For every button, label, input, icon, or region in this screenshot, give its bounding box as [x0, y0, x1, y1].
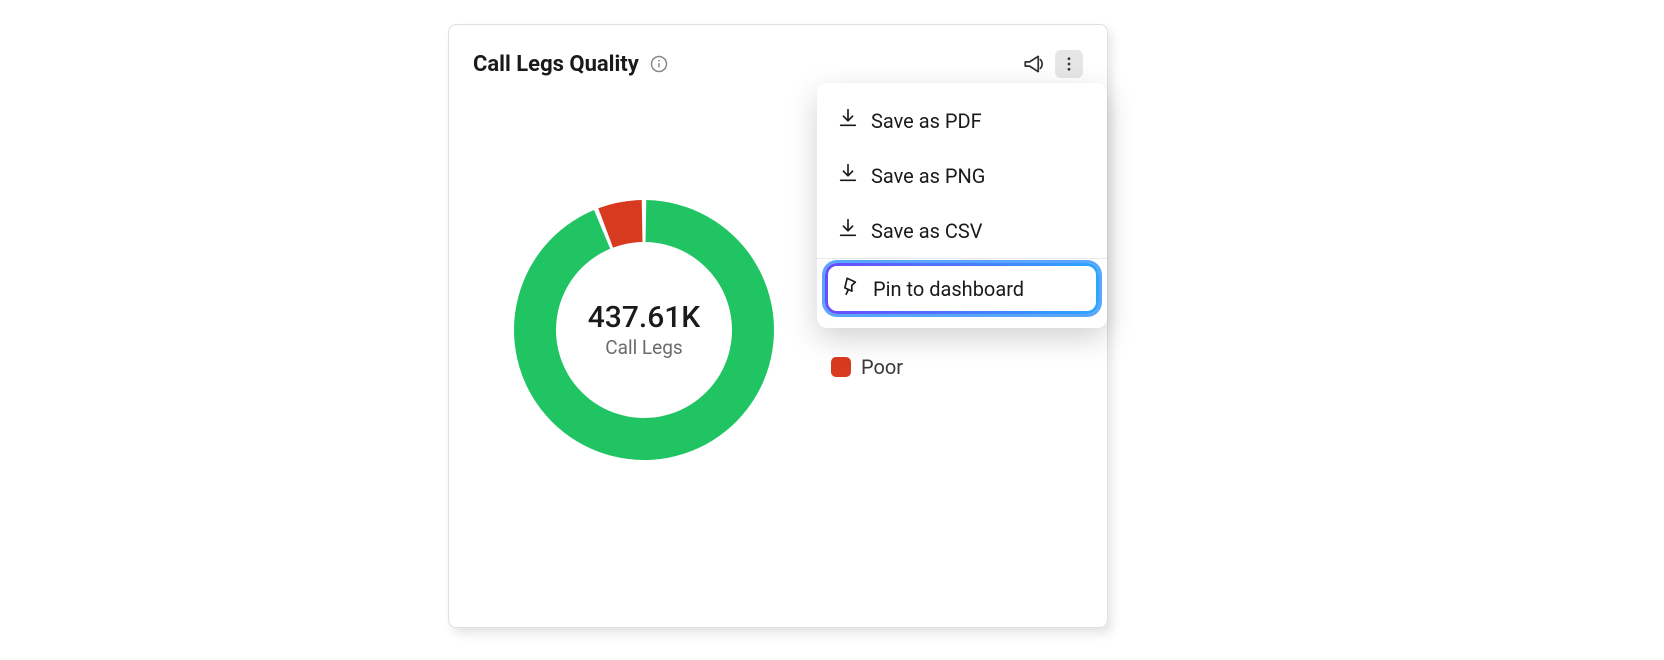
- dropdown-separator: [817, 258, 1107, 259]
- chart-legend: Poor: [831, 355, 903, 379]
- info-icon[interactable]: [649, 54, 669, 74]
- menu-item-label: Pin to dashboard: [873, 277, 1024, 301]
- donut-svg: [509, 195, 779, 465]
- menu-item-pin-dashboard[interactable]: Pin to dashboard: [825, 263, 1099, 314]
- menu-item-save-pdf[interactable]: Save as PDF: [817, 93, 1107, 148]
- download-icon: [837, 217, 859, 244]
- card-header: Call Legs Quality: [449, 25, 1107, 85]
- legend-swatch-poor: [831, 357, 851, 377]
- menu-item-save-png[interactable]: Save as PNG: [817, 148, 1107, 203]
- pin-icon: [839, 275, 861, 302]
- download-icon: [837, 162, 859, 189]
- menu-item-save-csv[interactable]: Save as CSV: [817, 203, 1107, 258]
- legend-label-poor: Poor: [861, 355, 903, 379]
- download-icon: [837, 107, 859, 134]
- menu-item-label: Save as PNG: [871, 164, 985, 188]
- menu-item-label: Save as CSV: [871, 219, 983, 243]
- menu-item-label: Save as PDF: [871, 109, 982, 133]
- options-dropdown: Save as PDF Save as PNG Save as CSV Pin to …: [817, 83, 1107, 328]
- donut-slice-good[interactable]: [514, 200, 774, 460]
- more-options-button[interactable]: [1055, 50, 1083, 78]
- donut-chart: 437.61K Call Legs: [509, 195, 779, 465]
- megaphone-icon[interactable]: [1021, 50, 1049, 78]
- card-title: Call Legs Quality: [473, 52, 639, 77]
- widget-card: Call Legs Quality 437.61K: [448, 24, 1108, 628]
